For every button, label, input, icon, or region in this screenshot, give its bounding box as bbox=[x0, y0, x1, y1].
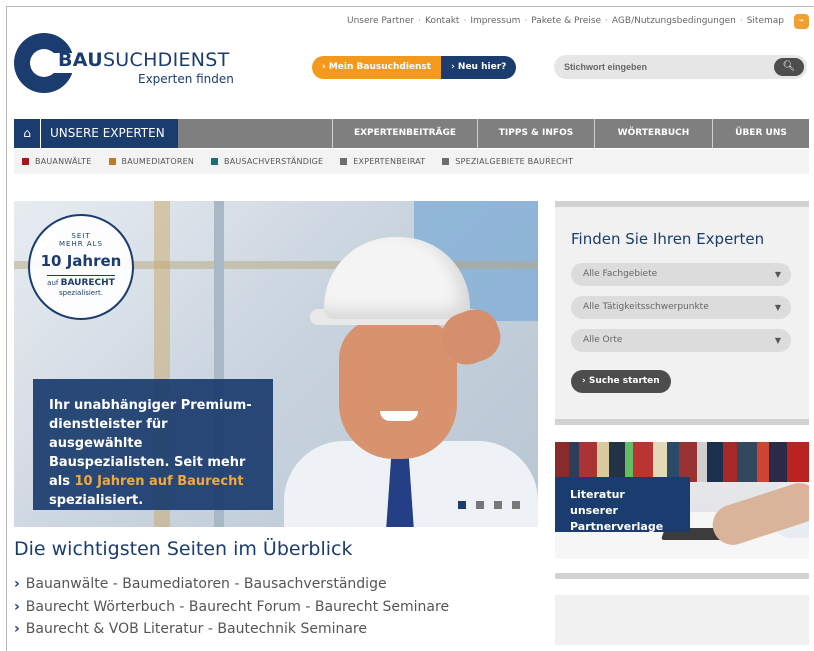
chevron-right-icon: › bbox=[14, 621, 20, 637]
subnav-item-bauanwaelte[interactable]: BAUANWÄLTE bbox=[22, 157, 92, 166]
logo-wordmark: BAUSUCHDIENST bbox=[58, 49, 230, 71]
subnav-item-bausachverstaendige[interactable]: BAUSACHVERSTÄNDIGE bbox=[211, 157, 323, 166]
home-icon[interactable]: ⌂ bbox=[14, 119, 41, 148]
experience-badge: SEIT MEHR ALS 10 Jahren auf BAURECHT spe… bbox=[28, 214, 134, 320]
finder-title: Finden Sie Ihren Experten bbox=[571, 230, 765, 248]
sidebar-divider bbox=[555, 573, 809, 579]
search-input[interactable] bbox=[564, 59, 764, 75]
slider-dots bbox=[458, 501, 530, 509]
logo[interactable]: BAUSUCHDIENST Experten finden bbox=[14, 33, 244, 95]
caret-down-icon: ▼ bbox=[774, 270, 781, 279]
slider-dot-3[interactable] bbox=[494, 501, 502, 509]
my-account-button[interactable]: › Mein Bausuchdienst bbox=[312, 56, 442, 79]
toplink-sitemap[interactable]: Sitemap bbox=[747, 16, 784, 26]
nav-experts[interactable]: UNSERE EXPERTEN bbox=[41, 119, 178, 148]
link-bautechnik-seminare[interactable]: Bautechnik Seminare bbox=[217, 621, 367, 637]
link-bauanwaelte[interactable]: Bauanwälte bbox=[26, 576, 109, 592]
main-nav: ⌂ UNSERE EXPERTEN EXPERTENBEITRÄGE TIPPS… bbox=[14, 119, 809, 148]
rss-icon[interactable]: ⌁ bbox=[794, 14, 809, 29]
register-button[interactable]: › Neu hier? bbox=[441, 56, 517, 79]
slider-dot-1[interactable] bbox=[458, 501, 466, 509]
square-icon bbox=[108, 158, 116, 165]
hero-photo-face bbox=[339, 319, 457, 459]
toplink-impressum[interactable]: Impressum bbox=[470, 16, 520, 26]
account-buttons: › Mein Bausuchdienst › Neu hier? bbox=[312, 56, 517, 79]
square-icon bbox=[340, 158, 348, 165]
search-start-button[interactable]: › Suche starten bbox=[571, 370, 671, 393]
caret-down-icon: ▼ bbox=[774, 303, 781, 312]
toplink-partner[interactable]: Unsere Partner bbox=[347, 16, 414, 26]
search-icon[interactable]: 🔍︎ bbox=[774, 58, 804, 76]
slider-dot-2[interactable] bbox=[476, 501, 484, 509]
nav-item-about[interactable]: ÜBER UNS bbox=[713, 119, 809, 148]
overview-line-3: › Baurecht & VOB Literatur - Bautechnik S… bbox=[14, 621, 367, 637]
link-bausachverstaendige[interactable]: Bausachverständige bbox=[244, 576, 387, 592]
subnav-item-expertenbeirat[interactable]: EXPERTENBEIRAT bbox=[340, 157, 425, 166]
square-icon bbox=[22, 158, 29, 165]
toplink-agb[interactable]: AGB/Nutzungsbedingungen bbox=[612, 16, 736, 26]
chevron-right-icon: › bbox=[14, 576, 20, 592]
chevron-right-icon: › bbox=[14, 599, 20, 615]
nav-item-articles[interactable]: EXPERTENBEITRÄGE bbox=[333, 119, 478, 148]
hero-slider[interactable]: SEIT MEHR ALS 10 Jahren auf BAURECHT spe… bbox=[14, 201, 538, 527]
nav-item-dictionary[interactable]: WÖRTERBUCH bbox=[595, 119, 713, 148]
select-fachgebiete[interactable]: Alle Fachgebiete ▼ bbox=[571, 263, 791, 286]
square-icon bbox=[211, 158, 219, 165]
select-taetigkeitsschwerpunkte[interactable]: Alle Tätigkeitsschwerpunkte ▼ bbox=[571, 296, 791, 319]
overview-line-2: › Baurecht Wörterbuch - Baurecht Forum - … bbox=[14, 599, 450, 615]
logo-tagline: Experten finden bbox=[138, 72, 234, 86]
nav-spacer bbox=[178, 119, 333, 148]
search-bar: 🔍︎ bbox=[554, 55, 807, 79]
link-vob-literatur[interactable]: Baurecht & VOB Literatur bbox=[26, 621, 204, 637]
overview-title: Die wichtigsten Seiten im Überblick bbox=[14, 538, 353, 560]
select-orte[interactable]: Alle Orte ▼ bbox=[571, 329, 791, 352]
slider-dot-4[interactable] bbox=[512, 501, 520, 509]
expert-finder: Finden Sie Ihren Experten Alle Fachgebie… bbox=[555, 201, 809, 425]
sub-nav: BAUANWÄLTE BAUMEDIATOREN BAUSACHVERSTÄND… bbox=[14, 149, 809, 174]
subnav-item-baumediatoren[interactable]: BAUMEDIATOREN bbox=[108, 157, 195, 166]
overview-line-1: › Bauanwälte - Baumediatoren - Bausachver… bbox=[14, 576, 387, 592]
toplink-contact[interactable]: Kontakt bbox=[425, 16, 459, 26]
literature-teaser[interactable]: Literatur unserer Partnerverlage bbox=[555, 442, 809, 559]
hero-text-box: Ihr unabhängiger Premium-dienstleister f… bbox=[33, 379, 273, 510]
link-forum[interactable]: Baurecht Forum bbox=[189, 599, 301, 615]
link-baumediatoren[interactable]: Baumediatoren bbox=[122, 576, 230, 592]
subnav-item-spezialgebiete[interactable]: SPEZIALGEBIETE BAURECHT bbox=[442, 157, 573, 166]
nav-item-tips[interactable]: TIPPS & INFOS bbox=[478, 119, 595, 148]
literature-label: Literatur unserer Partnerverlage bbox=[555, 477, 690, 533]
caret-down-icon: ▼ bbox=[774, 336, 781, 345]
link-seminare[interactable]: Baurecht Seminare bbox=[315, 599, 449, 615]
sidebar-panel bbox=[555, 595, 809, 645]
link-woerterbuch[interactable]: Baurecht Wörterbuch bbox=[26, 599, 175, 615]
top-links: Unsere Partner · Kontakt · Impressum · P… bbox=[346, 16, 784, 26]
square-icon bbox=[442, 158, 450, 165]
toplink-packages[interactable]: Pakete & Preise bbox=[531, 16, 601, 26]
bookshelf-image bbox=[555, 442, 809, 482]
